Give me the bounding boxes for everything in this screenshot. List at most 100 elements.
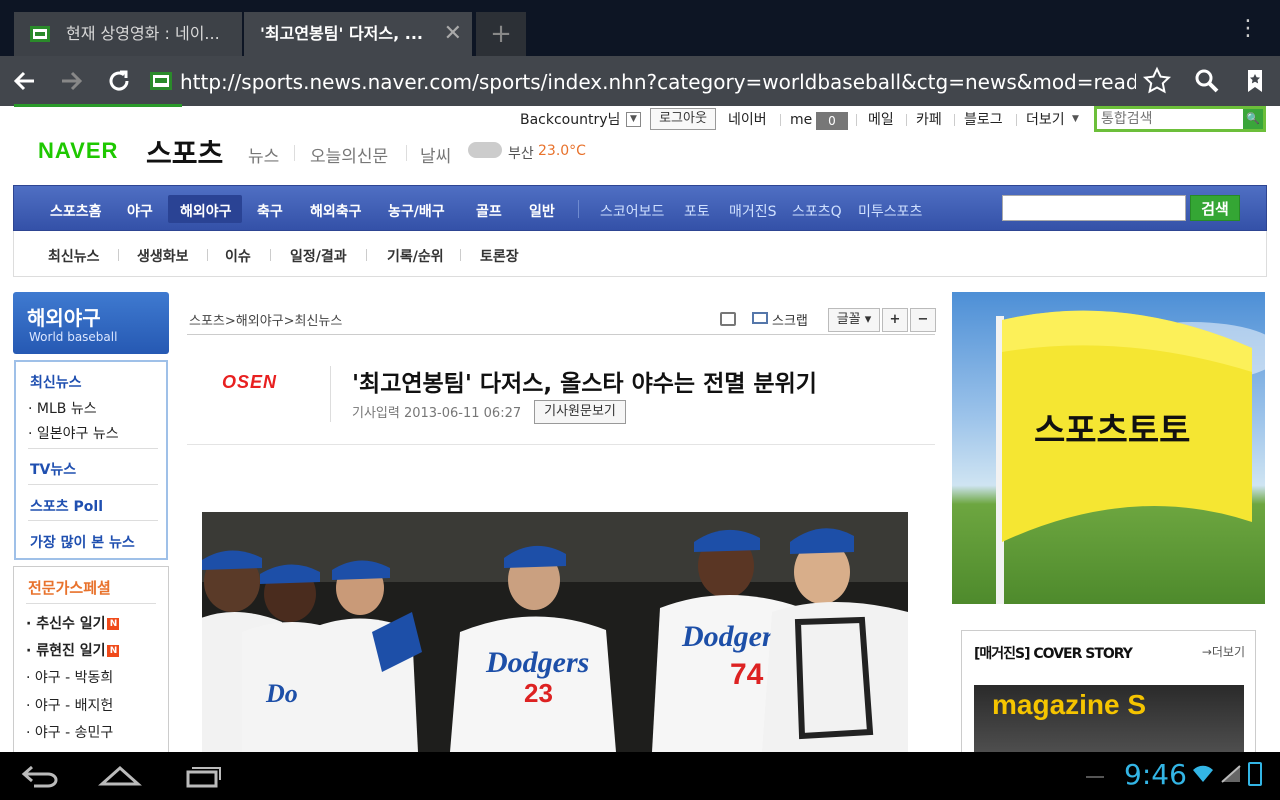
divider xyxy=(28,448,158,449)
nav-scoreboard[interactable]: 스코어보드 xyxy=(600,201,664,221)
left-most-viewed[interactable]: 가장 많이 본 뉴스 xyxy=(30,532,135,552)
tab-article[interactable]: '최고연봉팀' 다저스, ... ✕ xyxy=(244,12,472,56)
cover-story-title[interactable]: [매거진S] COVER STORY xyxy=(974,643,1133,663)
back-icon[interactable] xyxy=(8,64,42,98)
tab-movies[interactable]: 현재 상영영화 : 네이... xyxy=(14,12,242,56)
cover-more-link[interactable]: →더보기 xyxy=(1202,643,1245,660)
subnav-issue[interactable]: 이슈 xyxy=(225,246,251,266)
font-button[interactable]: 글꼴 ▾ xyxy=(828,308,880,332)
special-park[interactable]: · 야구 - 박동희 xyxy=(26,667,113,687)
view-original-button[interactable]: 기사원문보기 xyxy=(534,400,626,424)
sports-search-button[interactable]: 검색 xyxy=(1190,195,1240,221)
nav-magazine-s[interactable]: 매거진S xyxy=(729,201,777,221)
user-dropdown-icon[interactable]: ▼ xyxy=(626,112,641,127)
nav-baseball[interactable]: 야구 xyxy=(127,201,153,221)
home-nav-icon[interactable] xyxy=(98,762,142,790)
divider xyxy=(856,114,857,126)
left-sports-poll[interactable]: 스포츠 Poll xyxy=(30,496,103,516)
logout-button[interactable]: 로그아웃 xyxy=(650,108,716,130)
divider xyxy=(906,114,907,126)
divider xyxy=(578,200,579,218)
newspaper-link[interactable]: 오늘의신문 xyxy=(310,142,388,167)
more-arrow-icon: ▼ xyxy=(1072,114,1079,124)
sports-toto-banner[interactable]: 스포츠토토 xyxy=(952,292,1265,604)
subnav-records[interactable]: 기록/순위 xyxy=(387,246,444,266)
section-header[interactable]: 해외야구 World baseball xyxy=(13,292,169,354)
me-link[interactable]: me xyxy=(790,110,812,130)
divider xyxy=(28,520,158,521)
url-field[interactable]: http://sports.news.naver.com/sports/inde… xyxy=(180,68,1136,96)
nav-sports-home[interactable]: 스포츠홈 xyxy=(50,201,102,221)
reload-icon[interactable] xyxy=(102,64,136,98)
cover-more-label: 더보기 xyxy=(1211,645,1245,659)
bookmark-star-icon[interactable] xyxy=(1140,64,1174,98)
user-name[interactable]: Backcountry님 xyxy=(520,110,620,130)
wifi-icon xyxy=(1192,764,1214,784)
more-link[interactable]: 더보기 xyxy=(1026,110,1065,130)
breadcrumb[interactable]: 스포츠>해외야구>최신뉴스 xyxy=(189,310,342,329)
nav-golf[interactable]: 골프 xyxy=(476,201,502,221)
integrated-search-input[interactable] xyxy=(1101,109,1241,129)
nav-world-soccer[interactable]: 해외축구 xyxy=(310,201,362,221)
font-label: 글꼴 xyxy=(836,312,861,327)
special-choo-diary[interactable]: · 추신수 일기 N xyxy=(26,613,120,633)
nav-world-baseball[interactable]: 해외야구 xyxy=(180,201,232,221)
scrap-button[interactable]: 스크랩 xyxy=(772,310,808,329)
subnav-forum[interactable]: 토론장 xyxy=(480,246,519,266)
expert-special-title: 전문가스페셜 xyxy=(28,579,111,597)
subnav-latest-news[interactable]: 최신뉴스 xyxy=(48,246,100,266)
search-icon[interactable] xyxy=(1190,64,1224,98)
left-mlb-news[interactable]: · MLB 뉴스 xyxy=(28,398,97,418)
naver-logo[interactable]: NAVER xyxy=(38,138,118,164)
special-item-label: 류현진 일기 xyxy=(36,643,106,659)
osen-logo[interactable]: OSEN xyxy=(222,372,277,393)
left-latest-news[interactable]: 최신뉴스 xyxy=(30,372,82,392)
me-count-badge: 0 xyxy=(816,112,848,130)
mail-link[interactable]: 메일 xyxy=(868,110,894,130)
jersey-number: 23 xyxy=(524,678,553,708)
recent-apps-icon[interactable] xyxy=(180,762,224,790)
load-progress xyxy=(14,104,182,107)
nav-soccer[interactable]: 축구 xyxy=(257,201,283,221)
dodgers-players-illustration: Do Dodgers 23 Dodgers 74 xyxy=(202,512,908,752)
font-increase-button[interactable]: + xyxy=(882,308,908,332)
font-decrease-button[interactable]: − xyxy=(910,308,936,332)
subnav-photos[interactable]: 생생화보 xyxy=(137,246,189,266)
special-song[interactable]: · 야구 - 송민구 xyxy=(26,722,113,742)
blog-link[interactable]: 블로그 xyxy=(964,110,1003,130)
integrated-search: 🔍 xyxy=(1094,106,1266,132)
divider xyxy=(187,444,935,445)
nav-photo[interactable]: 포토 xyxy=(684,201,710,221)
special-ryu-diary[interactable]: · 류현진 일기 N xyxy=(26,640,120,660)
naver-link[interactable]: 네이버 xyxy=(728,110,767,130)
nav-sports-q[interactable]: 스포츠Q xyxy=(792,201,842,221)
site-favicon-icon xyxy=(150,72,172,90)
left-japan-news[interactable]: · 일본야구 뉴스 xyxy=(28,423,119,443)
forward-icon[interactable] xyxy=(54,64,88,98)
clock[interactable]: 9:46 xyxy=(1124,758,1187,791)
back-nav-icon[interactable] xyxy=(18,762,62,790)
nav-basketball-volleyball[interactable]: 농구/배구 xyxy=(388,201,445,221)
weather-link[interactable]: 날씨 xyxy=(420,142,451,167)
new-tab-button[interactable]: + xyxy=(476,12,526,56)
subnav-schedule[interactable]: 일정/결과 xyxy=(290,246,347,266)
nav-general[interactable]: 일반 xyxy=(529,201,555,221)
nav-metoo-sports[interactable]: 미투스포츠 xyxy=(858,201,922,221)
signal-icon xyxy=(1220,764,1242,784)
left-tv-news[interactable]: TV뉴스 xyxy=(30,459,76,479)
close-tab-icon[interactable]: ✕ xyxy=(444,12,462,56)
scrap-icon[interactable] xyxy=(752,312,768,324)
overflow-menu-icon[interactable]: ⋮ xyxy=(1236,14,1260,44)
print-icon[interactable] xyxy=(720,312,736,326)
bookmarks-icon[interactable] xyxy=(1238,64,1272,98)
special-bae[interactable]: · 야구 - 배지헌 xyxy=(26,695,113,715)
article-photo: Do Dodgers 23 Dodgers 74 xyxy=(202,512,908,752)
tab-strip: 현재 상영영화 : 네이... '최고연봉팀' 다저스, ... ✕ + ⋮ xyxy=(0,0,1280,56)
cafe-link[interactable]: 카페 xyxy=(916,110,942,130)
banner-text: 스포츠토토 xyxy=(1034,411,1190,451)
sports-logo[interactable]: 스포츠 xyxy=(146,132,223,172)
special-item-label: 야구 - 배지헌 xyxy=(34,698,114,714)
sports-search-input[interactable] xyxy=(1002,195,1186,221)
search-icon[interactable]: 🔍 xyxy=(1243,109,1263,129)
news-link[interactable]: 뉴스 xyxy=(248,142,279,167)
